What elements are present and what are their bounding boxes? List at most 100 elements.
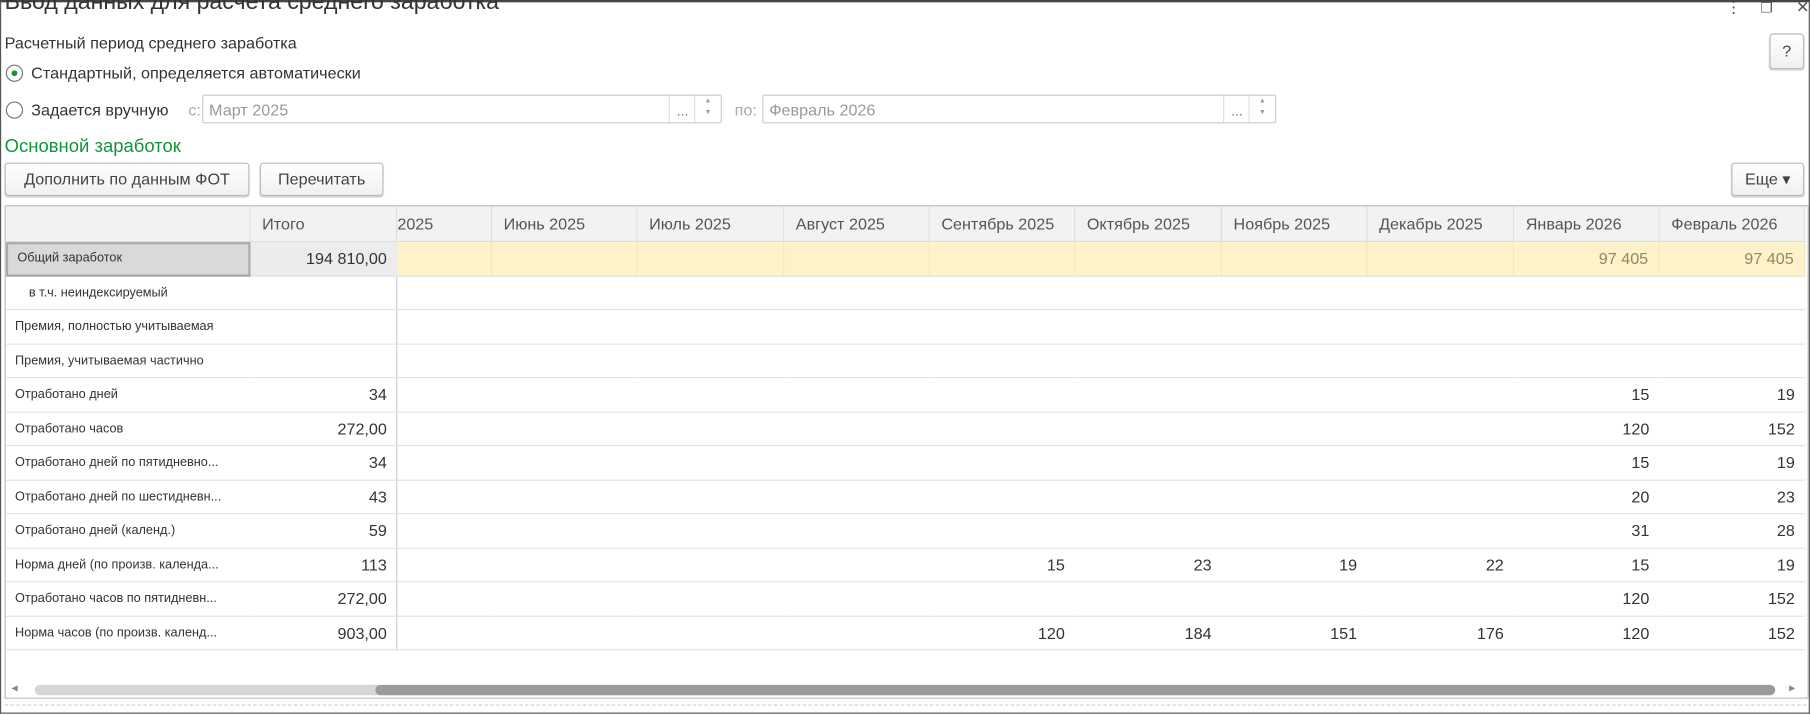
table-cell[interactable] [929,480,1076,515]
help-button[interactable]: ? [1769,33,1805,70]
table-cell[interactable]: 152 [1659,616,1806,651]
table-cell[interactable] [637,412,785,447]
table-cell[interactable] [784,480,930,515]
column-header[interactable]: Декабрь 2025 [1367,206,1515,243]
table-cell[interactable] [637,616,785,651]
table-cell[interactable] [637,344,785,379]
table-cell[interactable] [929,582,1076,617]
row-label[interactable]: Премия, учитываемая частично [5,344,251,379]
column-header[interactable]: Итого [250,206,398,243]
table-cell[interactable] [1075,276,1222,311]
table-cell[interactable] [492,514,638,549]
table-cell[interactable]: 23 [1659,480,1806,515]
table-cell[interactable] [492,344,638,379]
table-cell[interactable] [1075,310,1222,345]
table-cell[interactable] [1221,412,1368,447]
table-cell[interactable] [397,412,493,447]
radio-manual[interactable] [5,101,24,119]
table-cell[interactable]: 23 [1075,548,1222,583]
row-label[interactable]: Отработано часов [5,412,251,447]
table-cell[interactable] [1367,310,1515,345]
table-cell[interactable]: 22 [1367,548,1515,583]
to-spinner[interactable]: ▲ ▼ [1248,95,1276,123]
table-cell[interactable] [1367,344,1515,379]
table-cell[interactable] [397,242,493,277]
column-header[interactable]: Ноябрь 2025 [1221,206,1368,243]
table-cell[interactable] [1367,276,1515,311]
table-cell[interactable] [784,344,930,379]
table-cell[interactable] [1367,480,1515,515]
table-cell[interactable] [1075,582,1222,617]
table-cell[interactable]: 120 [1514,412,1660,447]
close-icon[interactable]: ✕ [1796,0,1810,17]
fill-fot-button[interactable]: Дополнить по данным ФОТ [4,162,250,197]
table-cell[interactable] [784,446,930,481]
table-cell[interactable] [929,344,1076,379]
row-total[interactable]: 113 [250,548,398,583]
table-cell[interactable]: 120 [1514,582,1660,617]
table-cell[interactable] [929,276,1076,311]
column-header[interactable]: Сентябрь 2025 [929,206,1076,243]
table-cell[interactable] [1075,480,1222,515]
table-cell[interactable]: 120 [929,616,1076,651]
vertical-dots-icon[interactable]: ⋮ [1726,0,1742,17]
table-cell[interactable] [397,378,493,413]
table-cell[interactable] [492,242,638,277]
table-cell[interactable]: 120 [1514,616,1660,651]
table-cell[interactable] [492,310,638,345]
table-cell[interactable] [397,582,493,617]
table-cell[interactable] [637,548,785,583]
table-cell[interactable] [784,378,930,413]
table-cell[interactable] [492,548,638,583]
table-cell[interactable] [784,412,930,447]
column-header[interactable]: Январь 2026 [1514,206,1660,243]
table-cell[interactable] [492,616,638,651]
table-cell[interactable] [397,446,493,481]
from-period-field[interactable]: Март 2025 ... ▲ ▼ [202,94,722,124]
table-cell[interactable] [1221,446,1368,481]
table-cell[interactable] [1075,242,1222,277]
table-cell[interactable] [1221,276,1368,311]
table-cell[interactable] [1075,514,1222,549]
row-label[interactable]: Общий заработок [5,242,251,277]
scrollbar-thumb[interactable] [375,684,1776,696]
earnings-table[interactable]: Итого 2025 Июнь 2025 Июль 2025 Август 2025 Се… [4,205,1809,699]
row-label[interactable]: в т.ч. неиндексируемый [5,276,251,311]
table-cell[interactable] [1514,310,1660,345]
table-cell[interactable] [1075,446,1222,481]
table-cell[interactable] [784,276,930,311]
column-header[interactable]: Февраль 2026 [1659,206,1806,243]
row-total[interactable]: 59 [250,514,398,549]
table-cell[interactable] [1221,344,1368,379]
table-cell[interactable] [637,276,785,311]
table-cell[interactable]: 28 [1659,514,1806,549]
table-cell[interactable]: 151 [1221,616,1368,651]
table-cell[interactable] [784,616,930,651]
row-label[interactable]: Норма часов (по произв. календ... [5,616,251,651]
table-cell[interactable] [1367,514,1515,549]
table-cell[interactable] [784,548,930,583]
table-cell[interactable]: 97 405 [1659,242,1806,277]
table-cell[interactable] [1221,514,1368,549]
table-cell[interactable] [397,480,493,515]
table-cell[interactable]: 15 [1514,378,1660,413]
row-total[interactable] [250,276,398,311]
table-cell[interactable] [1367,242,1515,277]
table-cell[interactable] [1367,412,1515,447]
radio-auto[interactable] [5,64,24,82]
scroll-right-icon[interactable]: ▶ [1789,684,1795,693]
table-cell[interactable]: 97 405 [1514,242,1660,277]
table-cell[interactable] [637,378,785,413]
more-button[interactable]: Еще ▾ [1731,162,1805,197]
row-total[interactable]: 34 [250,446,398,481]
column-header[interactable]: Июль 2025 [637,206,785,243]
table-cell[interactable] [637,446,785,481]
table-cell[interactable] [492,480,638,515]
table-cell[interactable] [397,616,493,651]
row-total[interactable]: 34 [250,378,398,413]
table-cell[interactable] [1075,412,1222,447]
table-cell[interactable]: 15 [1514,548,1660,583]
table-cell[interactable] [492,412,638,447]
table-cell[interactable] [492,446,638,481]
table-cell[interactable] [637,582,785,617]
